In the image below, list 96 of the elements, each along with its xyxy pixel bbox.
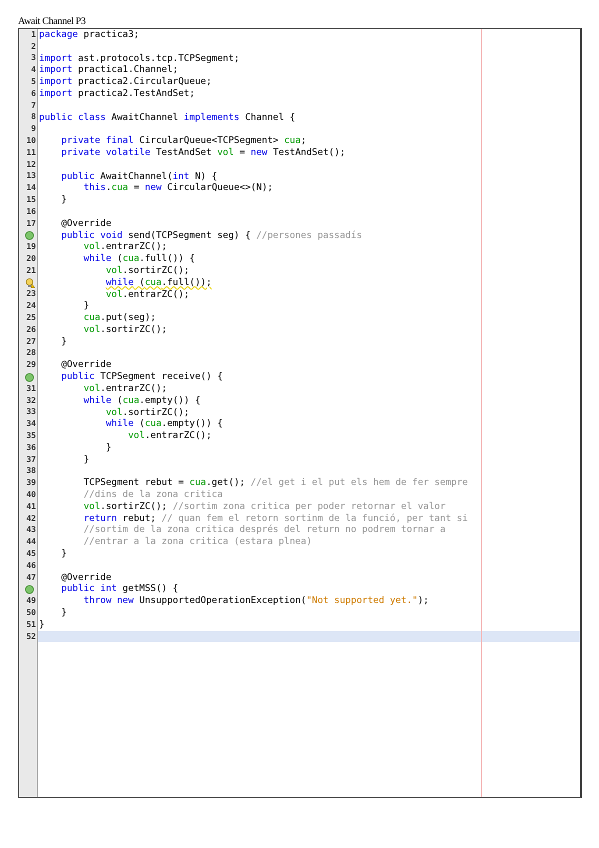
- line-number: 27: [26, 336, 36, 347]
- line-number: 31: [26, 384, 36, 394]
- code-line: package practica3;: [39, 29, 140, 40]
- code-line: }: [82, 454, 90, 465]
- line-number: 11: [26, 148, 36, 158]
- code-line: @Override: [60, 218, 112, 229]
- line-number: 33: [26, 407, 36, 418]
- line-number: 41: [26, 502, 36, 512]
- code-line: @Override: [60, 572, 112, 583]
- code-line: @Override: [60, 359, 112, 370]
- line-number: 6: [31, 88, 36, 99]
- code-line: public AwaitChannel(int N) {: [60, 170, 218, 182]
- line-number: 49: [26, 596, 36, 606]
- code-line: //sortim de la zona critica després del return no podrem tornar a: [82, 524, 446, 536]
- line-number: 40: [26, 490, 36, 500]
- document-title: Await Channel P3: [18, 16, 86, 27]
- code-line: while (cua.full()) {: [82, 253, 195, 264]
- line-number: 16: [26, 206, 36, 217]
- line-number: 51: [26, 620, 36, 630]
- line-number: 42: [26, 514, 36, 524]
- line-number: 45: [26, 548, 36, 559]
- line-number: 32: [26, 396, 36, 406]
- line-number: 26: [26, 324, 36, 335]
- code-line: while (cua.full());: [104, 276, 212, 288]
- code-line: this.cua = new CircularQueue<>(N);: [82, 182, 273, 194]
- code-line: public void send(TCPSegment seg) { //persones passadís: [60, 230, 362, 241]
- override-icon[interactable]: [25, 230, 34, 240]
- line-number: 25: [26, 313, 36, 324]
- code-line: }: [60, 548, 67, 560]
- line-number: 35: [26, 430, 36, 441]
- line-number: 47: [26, 572, 36, 583]
- code-line: vol.entrarZC();: [127, 430, 212, 442]
- line-number: 20: [26, 254, 36, 264]
- line-number: 24: [26, 301, 36, 312]
- override-icon[interactable]: [25, 584, 34, 594]
- code-line: import practica2.TestAndSet;: [39, 88, 195, 99]
- line-number: 43: [26, 525, 36, 536]
- code-line: private final CircularQueue<TCPSegment> cua;: [60, 135, 306, 146]
- code-line: vol.sortirZC();: [82, 324, 168, 335]
- code-line: vol.sortirZC();: [104, 264, 190, 276]
- code-line: TCPSegment rebut = cua.get(); //el get i el put els hem de fer sempre: [82, 477, 468, 488]
- line-number: 3: [31, 53, 36, 64]
- line-number: 29: [26, 360, 36, 370]
- code-line: vol.entrarZC();: [82, 382, 168, 394]
- line-number: 15: [26, 195, 36, 206]
- line-number: 14: [26, 183, 36, 194]
- line-number: 10: [26, 136, 36, 146]
- code-line: vol.sortirZC(); //sortim zona critica per poder retornar el valor: [82, 500, 446, 512]
- code-line: }: [39, 618, 45, 630]
- code-line: }: [82, 300, 90, 312]
- line-number: 46: [26, 560, 36, 571]
- code-line: return rebut; // quan fem el retorn sortinm de la funció, per tant si: [82, 512, 468, 524]
- line-number: 39: [26, 478, 36, 488]
- code-line: import practica2.CircularQueue;: [39, 76, 212, 88]
- line-number: 12: [26, 160, 36, 170]
- line-number: 38: [26, 466, 36, 476]
- line-number: 34: [26, 419, 36, 430]
- line-number: 17: [26, 218, 36, 229]
- line-number: 7: [31, 100, 36, 111]
- code-line: }: [60, 336, 67, 347]
- code-line: }: [60, 607, 67, 618]
- code-line: public TCPSegment receive() {: [60, 371, 223, 382]
- code-line: //entrar a la zona critica (estara plnea): [82, 536, 312, 548]
- code-line: while (cua.empty()) {: [82, 394, 201, 406]
- code-line: throw new UnsupportedOperationException("Not supported yet.");: [82, 595, 429, 606]
- line-number: 44: [26, 537, 36, 548]
- code-line: }: [104, 442, 112, 453]
- code-line: private volatile TestAndSet vol = new TestAndSet();: [60, 146, 346, 158]
- code-line: while (cua.empty()) {: [104, 418, 223, 430]
- code-line: import ast.protocols.tcp.TCPSegment;: [39, 52, 240, 64]
- line-number: 36: [26, 442, 36, 453]
- line-number: 52: [26, 632, 36, 642]
- override-icon[interactable]: [25, 372, 34, 382]
- line-number: 28: [26, 348, 36, 358]
- code-line: vol.entrarZC();: [82, 241, 168, 252]
- line-number: 50: [26, 608, 36, 618]
- line-number: 8: [31, 112, 36, 122]
- line-number: 5: [31, 77, 36, 88]
- line-number: 4: [31, 65, 36, 76]
- line-number: 1: [31, 30, 36, 40]
- line-number: 13: [26, 171, 36, 182]
- warning-bulb-icon[interactable]: [25, 278, 35, 288]
- line-number: 21: [26, 266, 36, 276]
- code-line: vol.entrarZC();: [104, 288, 190, 300]
- code-line: public class AwaitChannel implements Channel {: [39, 112, 296, 123]
- line-number: 37: [26, 454, 36, 465]
- code-line: vol.sortirZC();: [104, 406, 190, 418]
- code-line: public int getMSS() {: [60, 583, 178, 594]
- code-line: import practica1.Channel;: [39, 64, 178, 76]
- line-number: 9: [31, 124, 36, 134]
- line-number: 2: [31, 42, 36, 52]
- code-line: cua.put(seg);: [82, 312, 156, 324]
- code-line: //dins de la zona critica: [82, 489, 223, 500]
- code-line: }: [60, 194, 67, 206]
- line-number: 19: [26, 242, 36, 252]
- line-number: 23: [26, 289, 36, 300]
